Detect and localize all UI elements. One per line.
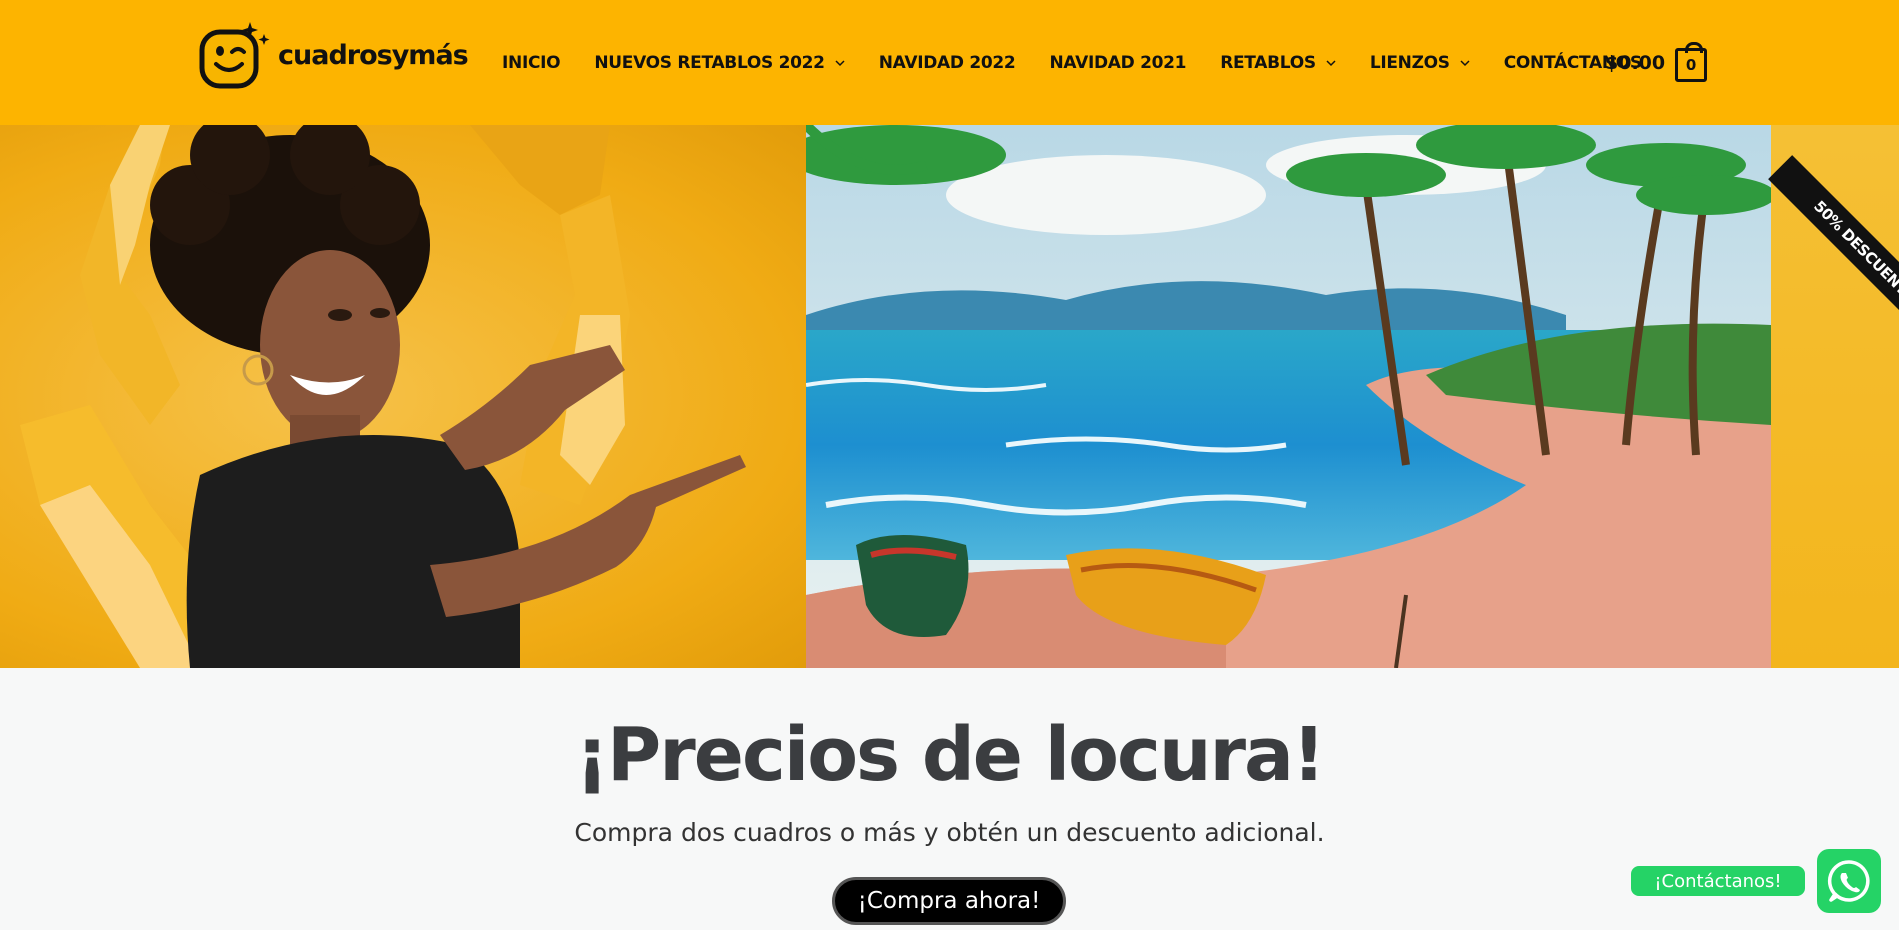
hero-painting-area [806, 125, 1899, 668]
smiley-logo-icon [199, 22, 270, 89]
nav-item-inicio[interactable]: INICIO [502, 52, 561, 73]
promo-title: ¡Precios de locura! [575, 712, 1325, 798]
nav-item-label: INICIO [502, 52, 561, 73]
shopping-bag-icon: 0 [1675, 42, 1708, 82]
logo-text: cuadrosymás [278, 39, 469, 71]
nav-item-label: NAVIDAD 2021 [1049, 52, 1187, 73]
shop-now-button[interactable]: ¡Compra ahora! [832, 877, 1066, 925]
cart-button[interactable]: $0.00 0 [1605, 42, 1708, 82]
nav-item-label: NUEVOS RETABLOS 2022 [594, 52, 825, 73]
chevron-down-icon [1326, 59, 1336, 66]
main-nav: INICIO NUEVOS RETABLOS 2022 NAVIDAD 2022… [502, 0, 1676, 125]
nav-item-lienzos[interactable]: LIENZOS [1370, 53, 1470, 73]
nav-item-label: RETABLOS [1220, 52, 1316, 73]
torn-paper-illustration [20, 125, 746, 668]
hero-woman-image [0, 125, 806, 668]
whatsapp-button[interactable] [1817, 849, 1881, 913]
promo-subtitle: Compra dos cuadros o más y obtén un desc… [574, 818, 1325, 847]
site-header: cuadrosymás INICIO NUEVOS RETABLOS 2022 … [0, 0, 1899, 125]
whatsapp-contact-label[interactable]: ¡Contáctanos! [1631, 866, 1805, 896]
nav-item-navidad-2022[interactable]: NAVIDAD 2022 [879, 53, 1016, 73]
cart-total: $0.00 [1605, 52, 1666, 74]
nav-item-navidad-2021[interactable]: NAVIDAD 2021 [1049, 53, 1186, 73]
whatsapp-icon [1827, 860, 1870, 902]
hero-banner[interactable]: 50% DESCUENTO [0, 125, 1899, 668]
nav-item-retablos[interactable]: RETABLOS [1220, 53, 1336, 73]
cart-count: 0 [1685, 56, 1697, 74]
nav-item-label: NAVIDAD 2022 [878, 52, 1016, 73]
site-logo[interactable]: cuadrosymás [198, 18, 469, 92]
nav-item-nuevos-retablos-2022[interactable]: NUEVOS RETABLOS 2022 [594, 52, 845, 73]
chevron-down-icon [835, 59, 845, 66]
nav-item-label: LIENZOS [1369, 52, 1450, 73]
chevron-down-icon [1460, 59, 1470, 66]
beach-painting-image [806, 125, 1771, 668]
